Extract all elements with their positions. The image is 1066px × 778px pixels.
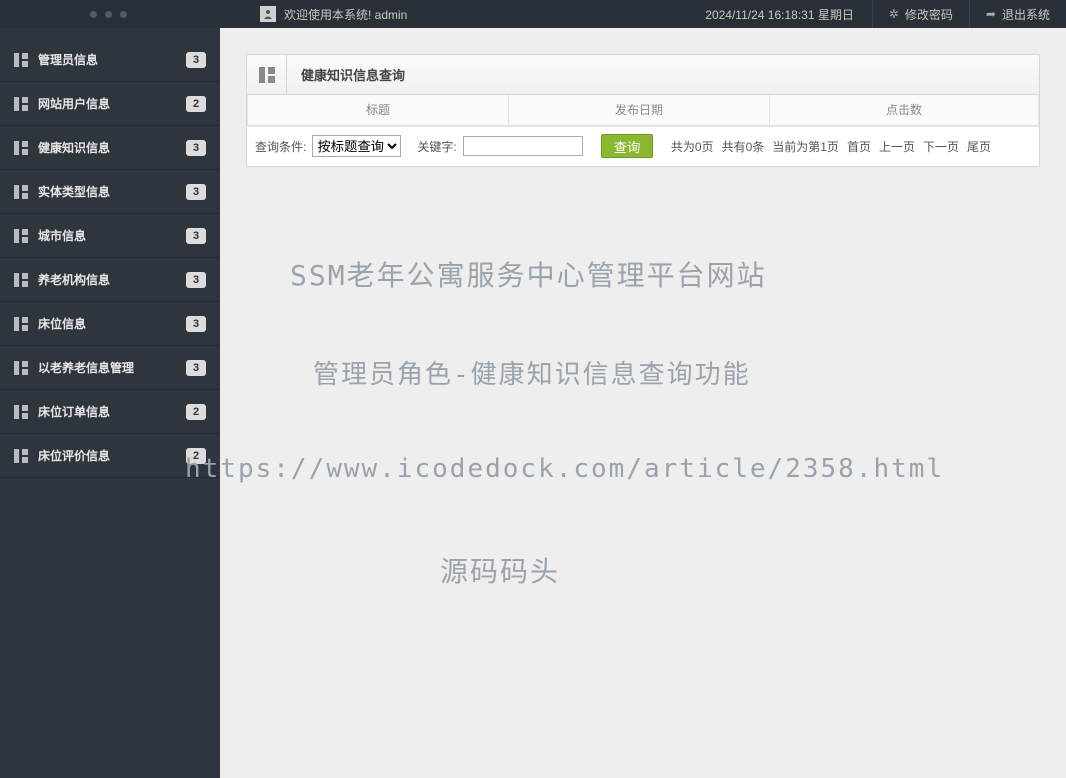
change-password-label: 修改密码 [905,6,953,23]
grid-icon [14,53,28,67]
sidebar-item-bed[interactable]: 床位信息 3 [0,302,220,346]
sidebar-badge: 3 [186,52,206,68]
panel: 健康知识信息查询 标题 发布日期 点击数 查询条件: 按标题查询 关键字: 查询… [246,54,1040,167]
welcome-text: 欢迎使用本系统! admin [284,6,407,23]
sidebar-item-label: 以老养老信息管理 [38,359,186,376]
sidebar-item-label: 健康知识信息 [38,139,186,156]
panel-title: 健康知识信息查询 [287,65,405,84]
sidebar-badge: 3 [186,228,206,244]
sidebar-item-order[interactable]: 床位订单信息 2 [0,390,220,434]
keyword-input[interactable] [463,136,583,156]
grid-icon [14,141,28,155]
pager-pages: 共为0页 [671,138,714,155]
pager-prev[interactable]: 上一页 [879,138,915,155]
logout-icon: ➦ [986,7,996,21]
sidebar-badge: 2 [186,96,206,112]
sidebar-item-health[interactable]: 健康知识信息 3 [0,126,220,170]
topbar: 欢迎使用本系统! admin 2024/11/24 16:18:31 星期日 ✲… [0,0,1066,28]
logout-label: 退出系统 [1002,6,1050,23]
keyword-label: 关键字: [417,138,456,155]
grid-icon [14,449,28,463]
sidebar-badge: 3 [186,184,206,200]
sidebar-item-review[interactable]: 床位评价信息 2 [0,434,220,478]
query-select[interactable]: 按标题查询 [312,135,401,157]
main-content: 健康知识信息查询 标题 发布日期 点击数 查询条件: 按标题查询 关键字: 查询… [220,28,1066,778]
sidebar-item-oldcare[interactable]: 以老养老信息管理 3 [0,346,220,390]
col-title: 标题 [248,95,509,125]
query-row: 查询条件: 按标题查询 关键字: 查询 共为0页 共有0条 当前为第1页 首页 … [247,126,1039,166]
col-date: 发布日期 [509,95,770,125]
grid-icon [14,273,28,287]
avatar-icon [260,6,276,22]
gear-icon: ✲ [889,7,899,21]
grid-icon [14,361,28,375]
change-password-button[interactable]: ✲ 修改密码 [872,0,969,28]
data-table: 标题 发布日期 点击数 [247,95,1039,126]
sidebar-badge: 2 [186,404,206,420]
sidebar-item-label: 床位评价信息 [38,447,186,464]
grid-icon [14,185,28,199]
search-button[interactable]: 查询 [601,134,654,158]
sidebar-item-label: 城市信息 [38,227,186,244]
sidebar-badge: 3 [186,272,206,288]
sidebar-item-entity[interactable]: 实体类型信息 3 [0,170,220,214]
query-label: 查询条件: [255,138,306,155]
grid-icon [14,97,28,111]
pager-first[interactable]: 首页 [847,138,871,155]
pager-current: 当前为第1页 [772,138,839,155]
grid-icon [14,317,28,331]
sidebar-item-label: 床位信息 [38,315,186,332]
sidebar-badge: 2 [186,448,206,464]
sidebar-item-label: 网站用户信息 [38,95,186,112]
sidebar-badge: 3 [186,360,206,376]
sidebar-badge: 3 [186,140,206,156]
sidebar: 管理员信息 3 网站用户信息 2 健康知识信息 3 实体类型信息 3 城市信息 … [0,28,220,778]
panel-icon [247,55,287,95]
sidebar-item-label: 实体类型信息 [38,183,186,200]
grid-icon [14,229,28,243]
sidebar-item-label: 管理员信息 [38,51,186,68]
pager-last[interactable]: 尾页 [967,138,991,155]
sidebar-badge: 3 [186,316,206,332]
pager-count: 共有0条 [722,138,765,155]
sidebar-item-nursing[interactable]: 养老机构信息 3 [0,258,220,302]
datetime: 2024/11/24 16:18:31 星期日 [705,6,854,23]
logout-button[interactable]: ➦ 退出系统 [969,0,1066,28]
sidebar-item-users[interactable]: 网站用户信息 2 [0,82,220,126]
sidebar-item-label: 床位订单信息 [38,403,186,420]
sidebar-item-label: 养老机构信息 [38,271,186,288]
grid-icon [14,405,28,419]
col-clicks: 点击数 [770,95,1039,125]
sidebar-item-admin[interactable]: 管理员信息 3 [0,38,220,82]
pager: 共为0页 共有0条 当前为第1页 首页 上一页 下一页 尾页 [671,138,1031,155]
sidebar-item-city[interactable]: 城市信息 3 [0,214,220,258]
pager-next[interactable]: 下一页 [923,138,959,155]
panel-header: 健康知识信息查询 [247,55,1039,95]
welcome-block: 欢迎使用本系统! admin [220,6,407,23]
window-dots [0,11,220,18]
